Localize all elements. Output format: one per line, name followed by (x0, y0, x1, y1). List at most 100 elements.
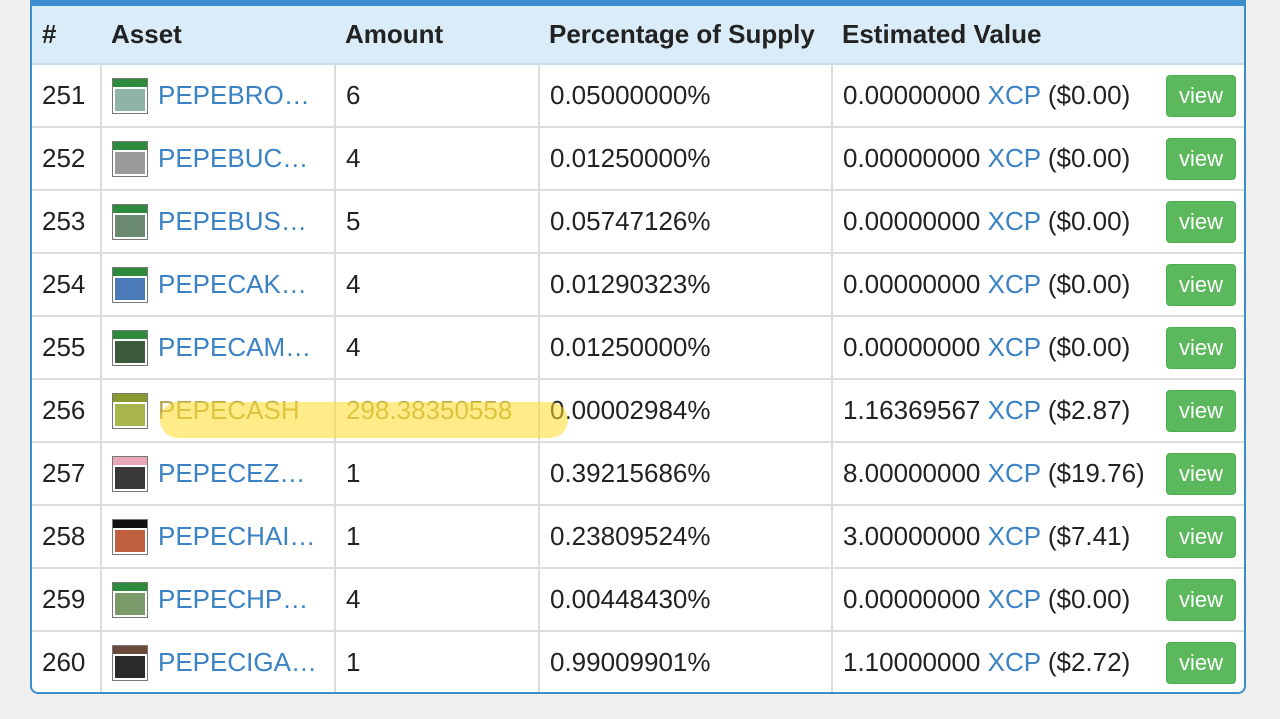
estimated-value-cell: 0.00000000 XCP ($0.00) view (832, 568, 1244, 632)
row-number: 259 (32, 568, 102, 632)
percentage-cell: 0.05000000% (539, 64, 833, 128)
header-amount: Amount (335, 6, 539, 65)
estimated-value-cell: 3.00000000 XCP ($7.41) view (832, 505, 1244, 569)
estimated-value-cell: 0.00000000 XCP ($0.00) view (832, 127, 1244, 191)
asset-thumbnail[interactable] (112, 77, 148, 114)
thumbnail-scene (115, 592, 145, 615)
xcp-link[interactable]: XCP (988, 269, 1041, 299)
asset-link[interactable]: PEPECAK… (158, 269, 307, 300)
view-button[interactable]: view (1166, 263, 1236, 306)
view-button[interactable]: view (1166, 200, 1236, 243)
xcp-link[interactable]: XCP (988, 521, 1041, 551)
header-estimated-value: Estimated Value (832, 6, 1244, 65)
estimated-value: 0.00000000 XCP ($0.00) (843, 143, 1130, 174)
view-button[interactable]: view (1166, 641, 1236, 684)
thumbnail-band (113, 582, 147, 591)
table-row: 251 PEPEBRO… 6 0.05000000% 0.00000000 XC… (32, 64, 1244, 128)
table-row: 254 PEPECAK… 4 0.01290323% 0.00000000 XC… (32, 253, 1244, 317)
view-button[interactable]: view (1166, 515, 1236, 558)
xcp-link[interactable]: XCP (988, 80, 1041, 110)
thumbnail-scene (115, 214, 145, 237)
asset-thumbnail[interactable] (112, 518, 148, 555)
asset-link[interactable]: PEPECAM… (158, 332, 311, 363)
usd-value: ($0.00) (1047, 584, 1131, 614)
asset-thumbnail[interactable] (112, 329, 148, 366)
amount-cell: 5 (335, 190, 540, 254)
view-button[interactable]: view (1166, 578, 1236, 621)
amount-value: 1 (346, 521, 361, 551)
estimated-value-cell: 1.16369567 XCP ($2.87) view (832, 379, 1244, 443)
table-row: 260 PEPECIGA… 1 0.99009901% 1.10000000 X… (32, 631, 1244, 692)
usd-value: ($19.76) (1047, 458, 1145, 488)
thumbnail-scene (115, 655, 145, 678)
view-button[interactable]: view (1166, 326, 1236, 369)
asset-link[interactable]: PEPEBUC… (158, 143, 308, 174)
row-number: 252 (32, 127, 102, 191)
asset-cell: PEPEBUS… (101, 190, 336, 254)
amount-value: 5 (346, 206, 361, 236)
value-amount: 0.00000000 (843, 206, 981, 236)
view-button[interactable]: view (1166, 389, 1236, 432)
estimated-value-cell: 0.00000000 XCP ($0.00) view (832, 190, 1244, 254)
value-amount: 1.10000000 (843, 647, 981, 677)
asset-link[interactable]: PEPEBUS… (158, 206, 307, 237)
usd-value: ($0.00) (1047, 206, 1131, 236)
percentage-cell: 0.99009901% (539, 631, 833, 692)
asset-link[interactable]: PEPECIGA… (158, 647, 317, 678)
estimated-value: 0.00000000 XCP ($0.00) (843, 584, 1130, 615)
value-amount: 1.16369567 (843, 395, 981, 425)
table-row: 256 PEPECASH 298.38350558 0.00002984% 1.… (32, 379, 1244, 443)
amount-value: 298.38350558 (346, 395, 513, 425)
asset-link[interactable]: PEPEBRO… (158, 80, 310, 111)
thumbnail-scene (115, 403, 145, 426)
asset-thumbnail[interactable] (112, 140, 148, 177)
asset-link[interactable]: PEPECASH (158, 395, 300, 426)
usd-value: ($2.72) (1047, 647, 1131, 677)
xcp-link[interactable]: XCP (988, 458, 1041, 488)
asset-thumbnail[interactable] (112, 266, 148, 303)
asset-thumbnail[interactable] (112, 455, 148, 492)
estimated-value-cell: 0.00000000 XCP ($0.00) view (832, 253, 1244, 317)
estimated-value-cell: 1.10000000 XCP ($2.72) view (832, 631, 1244, 692)
asset-thumbnail[interactable] (112, 203, 148, 240)
asset-thumbnail[interactable] (112, 644, 148, 681)
percentage-cell: 0.01290323% (539, 253, 833, 317)
percentage-cell: 0.01250000% (539, 127, 833, 191)
value-amount: 0.00000000 (843, 80, 981, 110)
amount-value: 4 (346, 332, 361, 362)
value-amount: 0.00000000 (843, 332, 981, 362)
xcp-link[interactable]: XCP (988, 206, 1041, 236)
thumbnail-band (113, 267, 147, 276)
xcp-link[interactable]: XCP (988, 395, 1041, 425)
xcp-link[interactable]: XCP (988, 584, 1041, 614)
asset-thumbnail[interactable] (112, 392, 148, 429)
percentage-cell: 0.00002984% (539, 379, 833, 443)
amount-value: 1 (346, 458, 361, 488)
asset-thumbnail[interactable] (112, 581, 148, 618)
row-number: 258 (32, 505, 102, 569)
amount-value: 4 (346, 584, 361, 614)
value-amount: 3.00000000 (843, 521, 981, 551)
asset-cell: PEPECHP… (101, 568, 336, 632)
asset-cell: PEPECHAI… (101, 505, 336, 569)
estimated-value-cell: 8.00000000 XCP ($19.76) view (832, 442, 1244, 506)
xcp-link[interactable]: XCP (988, 143, 1041, 173)
asset-link[interactable]: PEPECEZ… (158, 458, 305, 489)
table-header-row: # Asset Amount Percentage of Supply Esti… (32, 6, 1244, 65)
view-button[interactable]: view (1166, 452, 1236, 495)
xcp-link[interactable]: XCP (988, 647, 1041, 677)
estimated-value: 8.00000000 XCP ($19.76) (843, 458, 1145, 489)
asset-link[interactable]: PEPECHAI… (158, 521, 316, 552)
asset-cell: PEPEBRO… (101, 64, 336, 128)
asset-cell: PEPECAM… (101, 316, 336, 380)
xcp-link[interactable]: XCP (988, 332, 1041, 362)
asset-link[interactable]: PEPECHP… (158, 584, 308, 615)
view-button[interactable]: view (1166, 137, 1236, 180)
asset-cell: PEPECASH (101, 379, 336, 443)
amount-cell: 6 (335, 64, 540, 128)
percentage-cell: 0.00448430% (539, 568, 833, 632)
row-number: 256 (32, 379, 102, 443)
value-amount: 8.00000000 (843, 458, 981, 488)
view-button[interactable]: view (1166, 74, 1236, 117)
estimated-value-cell: 0.00000000 XCP ($0.00) view (832, 316, 1244, 380)
